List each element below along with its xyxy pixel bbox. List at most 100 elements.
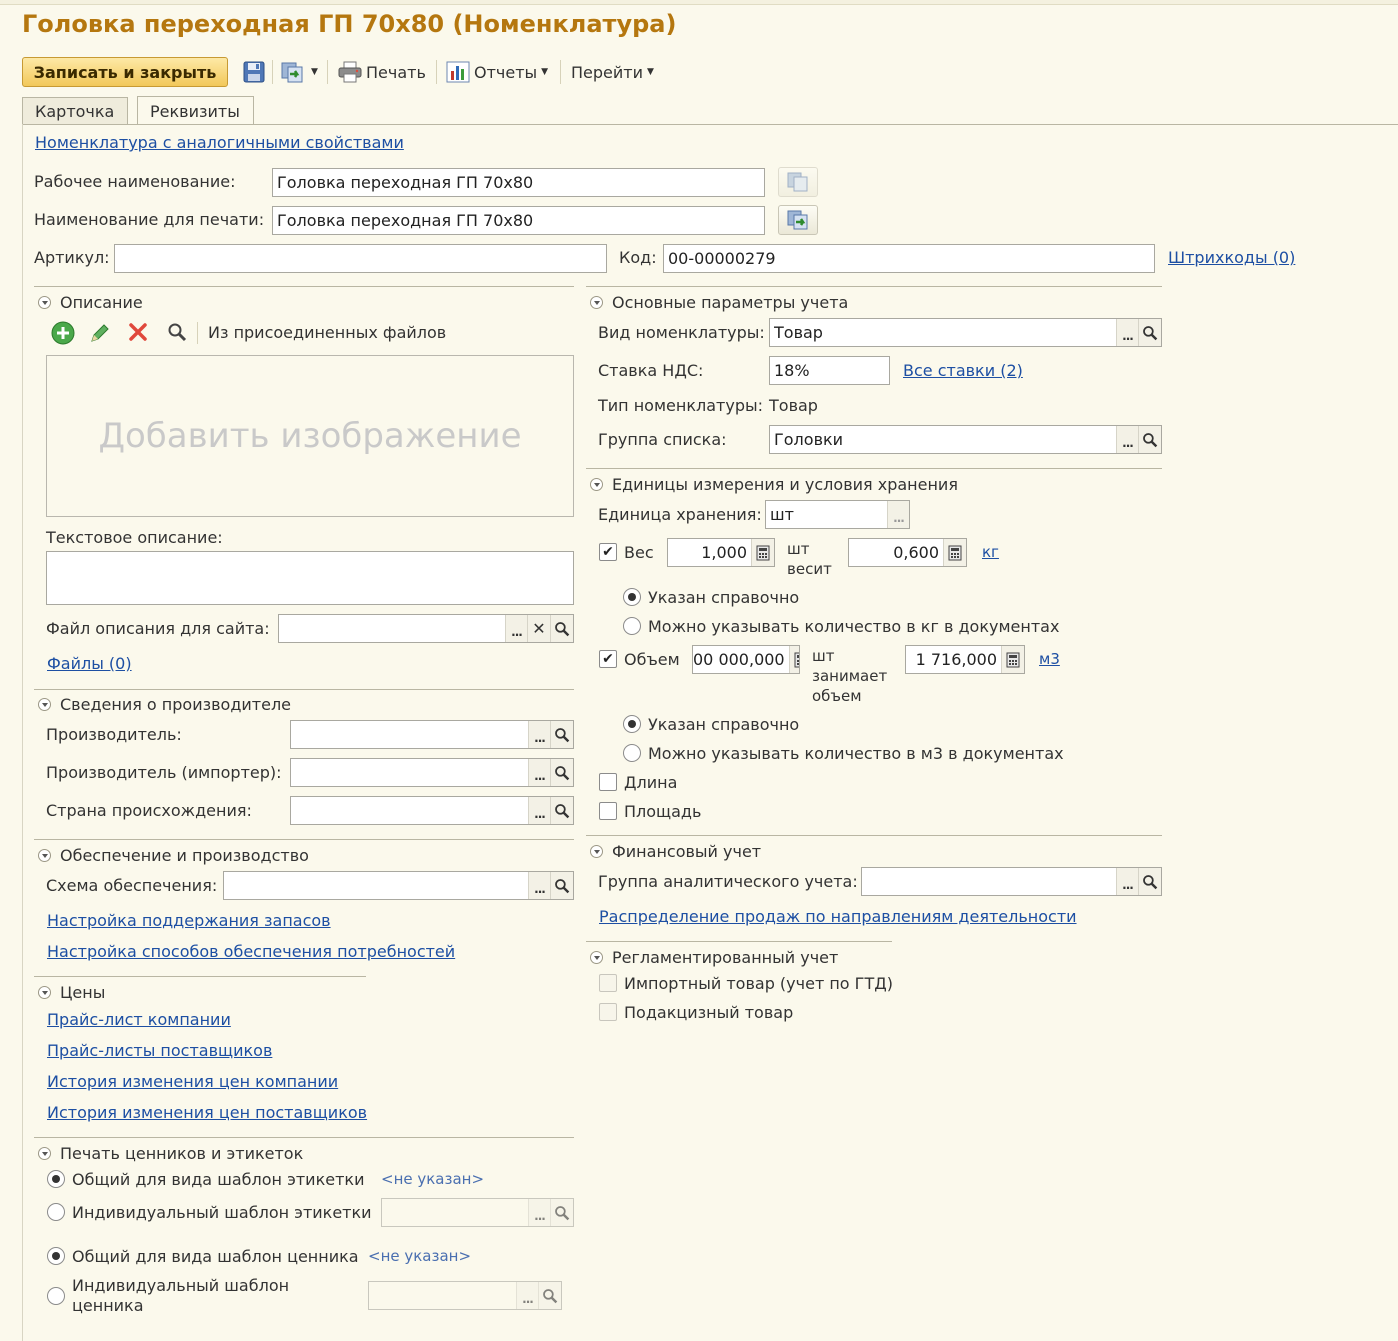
scheme-field[interactable]: ...: [223, 871, 574, 900]
select-button[interactable]: ...: [528, 1199, 550, 1226]
sales-distribution-link[interactable]: Распределение продаж по направлениям дея…: [599, 907, 1077, 926]
copy-name-button[interactable]: [778, 167, 818, 197]
company-price-list-link[interactable]: Прайс-лист компании: [47, 1010, 231, 1029]
calculator-icon[interactable]: [1001, 646, 1024, 673]
article-field[interactable]: [114, 244, 607, 273]
common-label-template-value[interactable]: <не указан>: [381, 1170, 484, 1188]
calculator-icon[interactable]: [751, 539, 774, 566]
select-button[interactable]: ...: [528, 759, 550, 786]
group-field[interactable]: Головки...: [769, 425, 1162, 454]
select-button[interactable]: ...: [1116, 426, 1138, 453]
area-checkbox[interactable]: [599, 802, 617, 820]
search-icon[interactable]: [550, 872, 573, 899]
save-and-close-button[interactable]: Записать и закрыть: [22, 57, 228, 87]
volume-value-field[interactable]: 1 716,000: [905, 645, 1025, 674]
clear-icon[interactable]: ✕: [527, 615, 550, 642]
search-icon[interactable]: [1138, 426, 1161, 453]
stock-settings-link[interactable]: Настройка поддержания запасов: [47, 911, 331, 930]
supplier-price-lists-link[interactable]: Прайс-листы поставщиков: [47, 1041, 272, 1060]
tab-requisites[interactable]: Реквизиты: [137, 96, 254, 125]
prices-section-header[interactable]: Цены: [38, 983, 105, 1002]
weight-value-field[interactable]: 0,600: [848, 538, 967, 567]
search-icon[interactable]: [550, 759, 573, 786]
search-icon[interactable]: [538, 1282, 561, 1309]
code-field[interactable]: 00-00000279: [663, 244, 1155, 273]
individual-label-template-radio[interactable]: [47, 1203, 65, 1221]
calculator-icon[interactable]: [943, 539, 966, 566]
import-goods-checkbox[interactable]: [599, 974, 617, 992]
finance-section-header[interactable]: Финансовый учет: [590, 842, 761, 861]
weight-checkbox[interactable]: ✔: [599, 543, 617, 561]
image-placeholder[interactable]: Добавить изображение: [46, 355, 574, 517]
work-name-field[interactable]: Головка переходная ГП 70x80: [272, 168, 765, 197]
select-button[interactable]: ...: [505, 615, 527, 642]
calculator-icon[interactable]: [788, 646, 799, 673]
tab-card[interactable]: Карточка: [22, 97, 128, 124]
common-tag-template-value[interactable]: <не указан>: [368, 1247, 471, 1265]
individual-label-template-field[interactable]: ...: [381, 1198, 574, 1227]
manufacturer-section-header[interactable]: Сведения о производителе: [38, 695, 291, 714]
select-button[interactable]: ...: [528, 721, 550, 748]
goto-menu-button[interactable]: Перейти ▼: [571, 57, 654, 87]
country-field[interactable]: ...: [290, 796, 574, 825]
search-icon[interactable]: [1138, 319, 1161, 346]
edit-image-button[interactable]: [89, 322, 111, 348]
site-file-field[interactable]: ... ✕: [278, 614, 574, 643]
copy-from-work-name-button[interactable]: [778, 205, 818, 235]
select-button[interactable]: ...: [528, 872, 550, 899]
excise-goods-checkbox[interactable]: [599, 1003, 617, 1021]
files-link[interactable]: Файлы (0): [47, 654, 132, 673]
importer-field[interactable]: ...: [290, 758, 574, 787]
description-section-header[interactable]: Описание: [38, 293, 143, 312]
analytic-group-field[interactable]: ...: [861, 867, 1162, 896]
similar-items-link[interactable]: Номенклатура с аналогичными свойствами: [35, 133, 404, 152]
individual-tag-template-field[interactable]: ...: [368, 1281, 562, 1310]
volume-qty-field[interactable]: 00 000,000: [692, 645, 800, 674]
search-icon[interactable]: [550, 797, 573, 824]
all-rates-link[interactable]: Все ставки (2): [903, 361, 1023, 380]
reports-button[interactable]: Отчеты ▼: [446, 57, 548, 87]
search-icon[interactable]: [550, 615, 573, 642]
select-button[interactable]: ...: [1116, 319, 1138, 346]
labels-print-section-header[interactable]: Печать ценников и этикеток: [38, 1144, 303, 1163]
search-icon[interactable]: [550, 721, 573, 748]
weight-reference-radio[interactable]: [623, 588, 641, 606]
select-button[interactable]: ...: [887, 501, 909, 528]
common-label-template-radio[interactable]: [47, 1170, 65, 1188]
weight-qty-field[interactable]: 1,000: [667, 538, 775, 567]
search-icon[interactable]: [1138, 868, 1161, 895]
volume-reference-radio[interactable]: [623, 715, 641, 733]
weight-measure-link[interactable]: кг: [982, 543, 999, 561]
select-button[interactable]: ...: [516, 1282, 538, 1309]
volume-checkbox[interactable]: ✔: [599, 650, 617, 668]
supplier-price-history-link[interactable]: История изменения цен поставщиков: [47, 1103, 367, 1122]
regulated-section-header[interactable]: Регламентированный учет: [590, 948, 838, 967]
accounting-section-header[interactable]: Основные параметры учета: [590, 293, 848, 312]
units-section-header[interactable]: Единицы измерения и условия хранения: [590, 475, 958, 494]
save-button[interactable]: [243, 57, 265, 87]
company-price-history-link[interactable]: История изменения цен компании: [47, 1072, 338, 1091]
individual-tag-template-radio[interactable]: [47, 1287, 65, 1305]
view-image-button[interactable]: [167, 322, 187, 346]
kind-field[interactable]: Товар...: [769, 318, 1162, 347]
weight-in-docs-radio[interactable]: [623, 617, 641, 635]
maker-field[interactable]: ...: [290, 720, 574, 749]
create-based-on-button[interactable]: ▼: [281, 57, 318, 87]
volume-measure-link[interactable]: м3: [1039, 650, 1060, 668]
print-name-field[interactable]: Головка переходная ГП 70x80: [272, 206, 765, 235]
common-tag-template-radio[interactable]: [47, 1247, 65, 1265]
search-icon[interactable]: [550, 1199, 573, 1226]
supply-section-header[interactable]: Обеспечение и производство: [38, 846, 309, 865]
supply-methods-link[interactable]: Настройка способов обеспечения потребнос…: [47, 942, 455, 961]
text-description-field[interactable]: [46, 551, 574, 605]
select-button[interactable]: ...: [528, 797, 550, 824]
length-checkbox[interactable]: [599, 773, 617, 791]
barcodes-link[interactable]: Штрихкоды (0): [1168, 248, 1295, 267]
delete-image-button[interactable]: [128, 322, 148, 346]
storage-unit-field[interactable]: шт...: [765, 500, 910, 529]
vat-field[interactable]: 18%: [769, 356, 890, 385]
print-button[interactable]: Печать: [338, 57, 426, 87]
select-button[interactable]: ...: [1116, 868, 1138, 895]
volume-in-docs-radio[interactable]: [623, 744, 641, 762]
from-attached-files-button[interactable]: Из присоединенных файлов: [208, 323, 446, 342]
